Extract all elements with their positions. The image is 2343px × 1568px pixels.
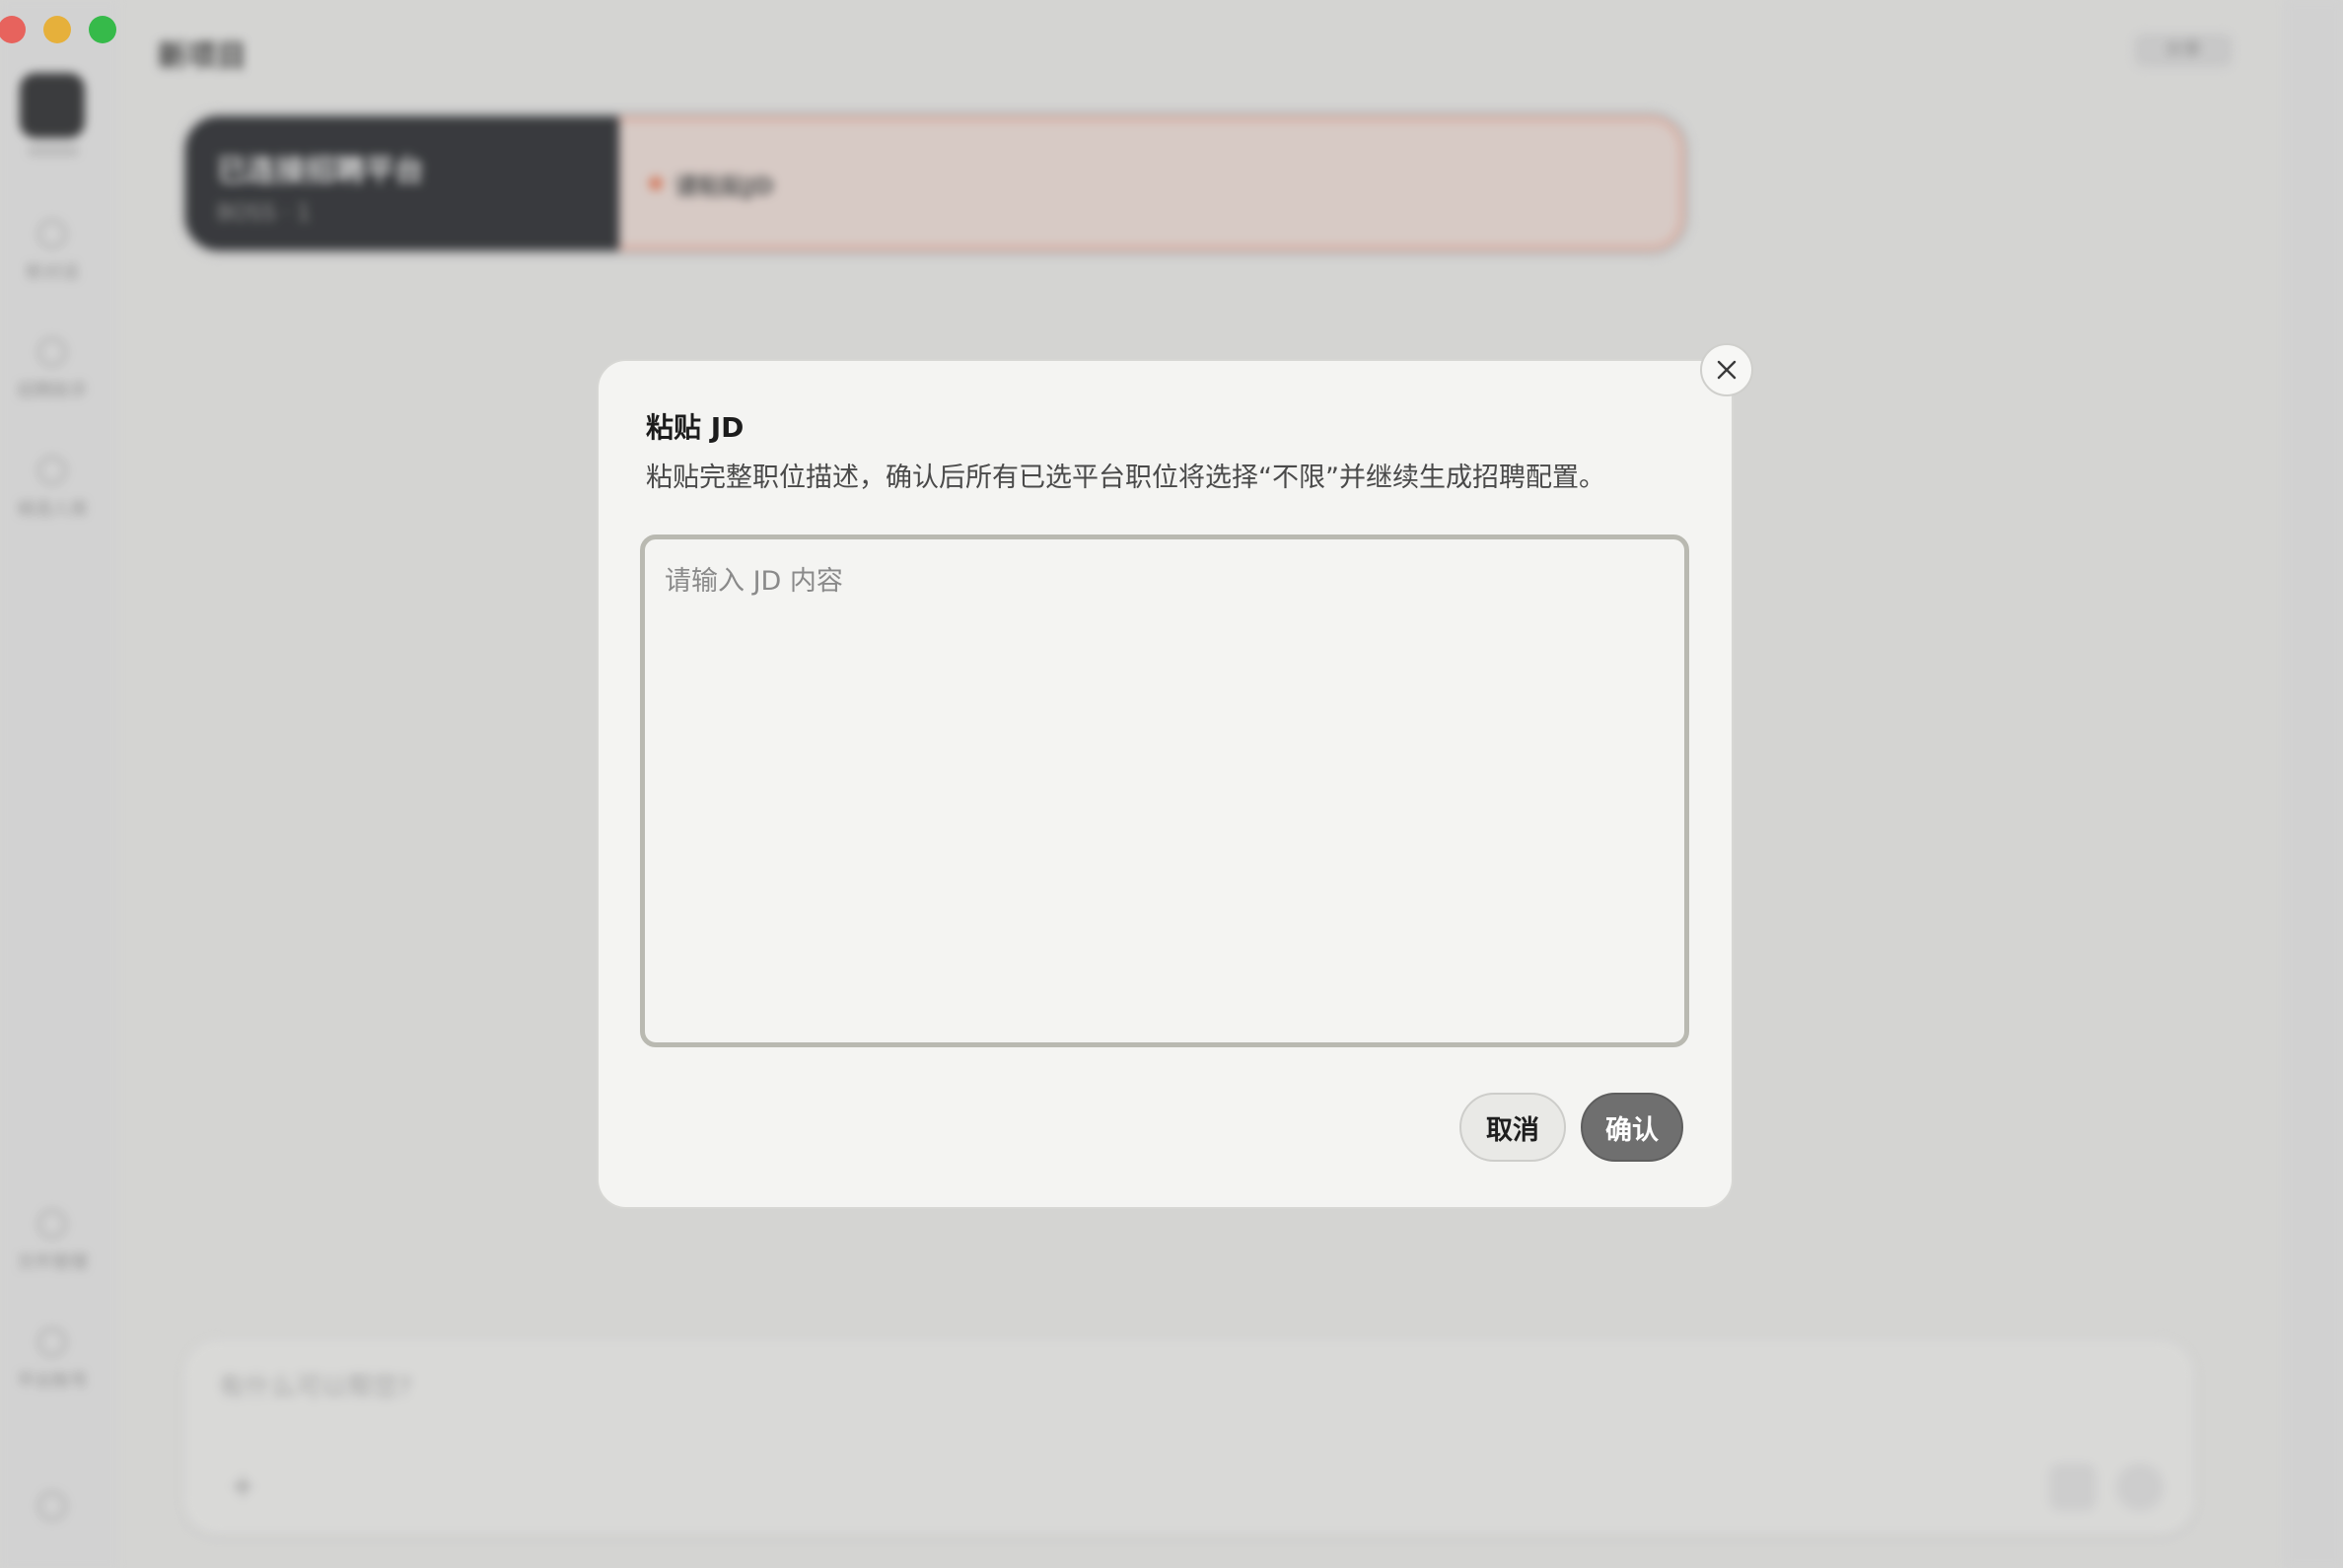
close-icon [1717, 360, 1737, 380]
app-window: 新对话 招聘助手 候选人库 文件管理 平台账号 新项目 分享 已连接招聘平台 B… [0, 0, 2343, 1568]
cancel-button[interactable]: 取消 [1459, 1093, 1566, 1162]
confirm-button[interactable]: 确认 [1581, 1093, 1683, 1162]
paste-jd-dialog: 粘贴 JD 粘贴完整职位描述，确认后所有已选平台职位将选择“不限”并继续生成招聘… [597, 343, 1753, 1209]
dialog-description: 粘贴完整职位描述，确认后所有已选平台职位将选择“不限”并继续生成招聘配置。 [646, 463, 1605, 493]
jd-input[interactable] [640, 535, 1689, 1047]
dialog-title: 粘贴 JD [646, 411, 745, 444]
close-dialog-button[interactable] [1700, 343, 1753, 396]
